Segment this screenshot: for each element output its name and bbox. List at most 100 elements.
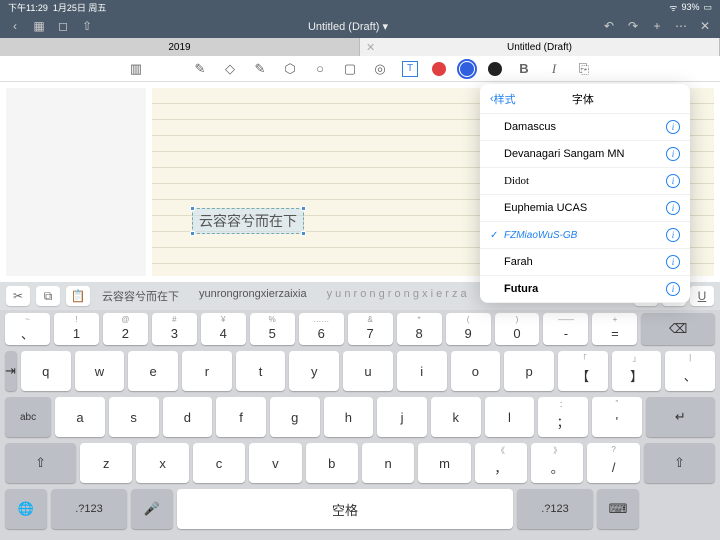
key[interactable]: b [306, 443, 358, 483]
key[interactable]: )0 [495, 313, 540, 345]
font-row[interactable]: Damascusi [480, 114, 690, 141]
key[interactable]: u [343, 351, 393, 391]
lasso-icon[interactable]: ○ [312, 61, 328, 77]
font-row[interactable]: Farahi [480, 249, 690, 276]
key[interactable]: += [592, 313, 637, 345]
bookmark-icon[interactable]: ◻ [56, 19, 70, 33]
image-icon[interactable]: ▢ [342, 61, 358, 77]
page-thumbnail[interactable] [6, 88, 146, 276]
key[interactable]: 「【 [558, 351, 608, 391]
mic-key[interactable]: 🎤 [131, 489, 173, 529]
info-icon[interactable]: i [666, 120, 680, 134]
key[interactable]: o [451, 351, 501, 391]
hide-keyboard-key[interactable]: ⌨ [597, 489, 639, 529]
key[interactable]: x [136, 443, 188, 483]
close-tab-icon[interactable]: ✕ [366, 41, 375, 54]
key[interactable]: j [377, 397, 427, 437]
add-icon[interactable]: + [650, 19, 664, 33]
key[interactable]: 》。 [531, 443, 583, 483]
key[interactable]: #3 [152, 313, 197, 345]
font-row[interactable]: ✓FZMiaoWuS-GBi [480, 222, 690, 249]
key[interactable]: ↵ [646, 397, 715, 437]
cut-icon[interactable]: ✂ [6, 286, 30, 306]
text-box[interactable]: 云容容兮而在下 [192, 208, 304, 234]
tab-2019[interactable]: 2019 [0, 38, 360, 56]
key[interactable]: 《， [475, 443, 527, 483]
share-icon[interactable]: ⇧ [80, 19, 94, 33]
text-icon[interactable]: T [402, 61, 418, 77]
style-icon[interactable]: ⎘ [576, 61, 592, 77]
more-icon[interactable]: ⋯ [674, 19, 688, 33]
key[interactable]: ……6 [299, 313, 344, 345]
font-row[interactable]: Euphemia UCASi [480, 195, 690, 222]
shape-icon[interactable]: ⬡ [282, 61, 298, 77]
highlighter-icon[interactable]: ✎ [252, 61, 268, 77]
tab-untitled[interactable]: ✕Untitled (Draft) [360, 38, 720, 56]
key[interactable]: t [236, 351, 286, 391]
key[interactable]: p [504, 351, 554, 391]
key[interactable]: z [80, 443, 132, 483]
key[interactable]: d [163, 397, 213, 437]
key[interactable]: f [216, 397, 266, 437]
globe-key[interactable]: 🌐 [5, 489, 47, 529]
key[interactable]: *8 [397, 313, 442, 345]
key[interactable]: %5 [250, 313, 295, 345]
key[interactable]: abc [5, 397, 51, 437]
key[interactable]: ⇥ [5, 351, 17, 391]
key[interactable]: a [55, 397, 105, 437]
font-row[interactable]: Futurai [480, 276, 690, 303]
font-row[interactable]: Didoti [480, 168, 690, 195]
key[interactable]: ?/ [587, 443, 639, 483]
font-row[interactable]: Devanagari Sangam MNi [480, 141, 690, 168]
key[interactable]: i [397, 351, 447, 391]
key[interactable]: c [193, 443, 245, 483]
key[interactable]: m [418, 443, 470, 483]
pen-icon[interactable]: ✎ [192, 61, 208, 77]
key[interactable]: s [109, 397, 159, 437]
key[interactable]: v [249, 443, 301, 483]
key[interactable]: ⌫ [641, 313, 715, 345]
num-key[interactable]: .?123 [51, 489, 127, 529]
key[interactable]: g [270, 397, 320, 437]
color-black[interactable] [488, 62, 502, 76]
space-key[interactable]: 空格 [177, 489, 513, 529]
info-icon[interactable]: i [666, 282, 680, 296]
info-icon[interactable]: i [666, 201, 680, 215]
key[interactable]: @2 [103, 313, 148, 345]
kb-underline[interactable]: U [690, 286, 714, 306]
key[interactable]: ¥4 [201, 313, 246, 345]
close-icon[interactable]: ✕ [698, 19, 712, 33]
key[interactable]: r [182, 351, 232, 391]
key[interactable]: l [485, 397, 535, 437]
back-icon[interactable]: ‹ [8, 19, 22, 33]
key[interactable]: n [362, 443, 414, 483]
info-icon[interactable]: i [666, 174, 680, 188]
color-blue[interactable] [460, 62, 474, 76]
info-icon[interactable]: i [666, 147, 680, 161]
key[interactable]: "' [592, 397, 642, 437]
key[interactable]: e [128, 351, 178, 391]
key[interactable]: h [324, 397, 374, 437]
thumbnail-icon[interactable]: ▥ [128, 61, 144, 77]
key[interactable]: ：； [538, 397, 588, 437]
key[interactable]: |、 [665, 351, 715, 391]
eraser-icon[interactable]: ◇ [222, 61, 238, 77]
key[interactable]: w [75, 351, 125, 391]
italic-button[interactable]: I [546, 61, 562, 77]
color-red[interactable] [432, 62, 446, 76]
info-icon[interactable]: i [666, 228, 680, 242]
key[interactable]: &7 [348, 313, 393, 345]
undo-icon[interactable]: ↶ [602, 19, 616, 33]
num-key-r[interactable]: .?123 [517, 489, 593, 529]
grid-icon[interactable]: ▦ [32, 19, 46, 33]
redo-icon[interactable]: ↷ [626, 19, 640, 33]
key[interactable]: ——- [543, 313, 588, 345]
key[interactable]: ⇧ [644, 443, 715, 483]
copy-icon[interactable]: ⧉ [36, 286, 60, 306]
info-icon[interactable]: i [666, 255, 680, 269]
paste-icon[interactable]: 📋 [66, 286, 90, 306]
key[interactable]: ~、 [5, 313, 50, 345]
key[interactable]: q [21, 351, 71, 391]
key[interactable]: !1 [54, 313, 99, 345]
key[interactable]: ⇧ [5, 443, 76, 483]
